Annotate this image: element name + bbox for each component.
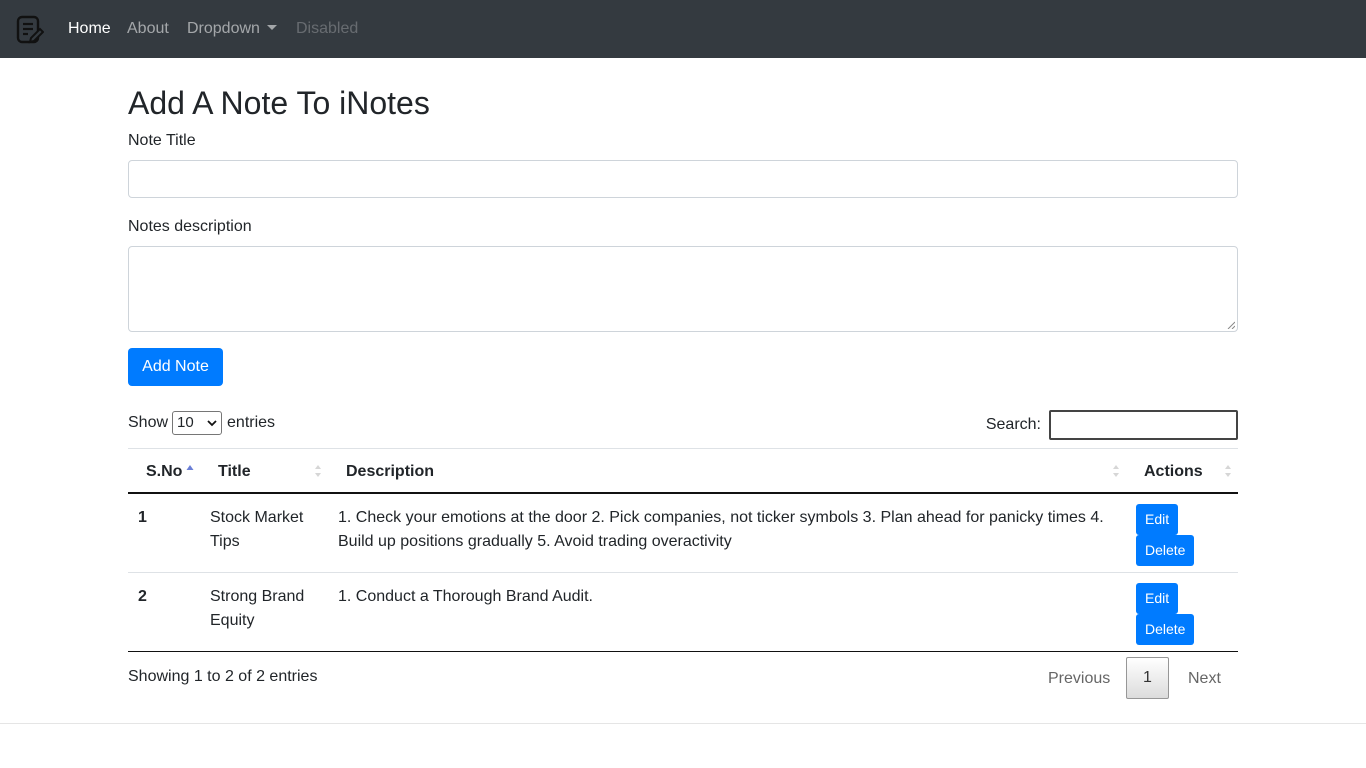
resize-grip-icon[interactable] — [1227, 321, 1235, 329]
sort-both-icon — [1113, 465, 1119, 477]
col-header-sno[interactable]: S.No — [146, 463, 182, 481]
notes-edit-icon[interactable] — [16, 15, 44, 45]
notes-table: S.No Title Description Actions 1 Stock M… — [128, 448, 1238, 652]
next-page-button[interactable]: Next — [1188, 669, 1221, 689]
col-header-description[interactable]: Description — [346, 463, 434, 481]
row-description: 1. Check your emotions at the door 2. Pi… — [338, 509, 1104, 550]
nav-dropdown-label: Dropdown — [187, 20, 260, 37]
nav-about-link[interactable]: About — [127, 19, 169, 39]
search-input[interactable] — [1049, 410, 1238, 440]
nav-disabled-link: Disabled — [296, 20, 359, 37]
row-title: Stock Market Tips — [210, 509, 304, 550]
add-note-button[interactable]: Add Note — [128, 348, 223, 386]
table-search: Search: — [986, 410, 1238, 440]
previous-page-button[interactable]: Previous — [1048, 669, 1110, 689]
search-label: Search: — [985, 416, 1041, 433]
table-row: 2 Strong Brand Equity 1. Conduct a Thoro… — [128, 573, 1238, 652]
row-description: 1. Conduct a Thorough Brand Audit. — [338, 588, 593, 605]
row-sno: 2 — [138, 588, 147, 605]
navbar: Home About Dropdown Disabled — [0, 0, 1366, 58]
note-title-label: Note Title — [128, 132, 196, 149]
sort-asc-icon — [186, 465, 194, 470]
page-title: Add A Note To iNotes — [128, 85, 430, 121]
delete-button[interactable]: Delete — [1136, 614, 1195, 645]
page-length-value: 10 — [177, 414, 194, 431]
note-title-input[interactable] — [128, 160, 1238, 198]
edit-button[interactable]: Edit — [1136, 504, 1179, 535]
table-row: 1 Stock Market Tips 1. Check your emotio… — [128, 494, 1238, 573]
footer-divider — [0, 723, 1366, 724]
notes-description-label: Notes description — [128, 218, 252, 235]
row-sno: 1 — [138, 509, 147, 526]
sort-both-icon — [315, 465, 321, 477]
table-header: S.No Title Description Actions — [128, 448, 1238, 494]
show-entries-control: Show 10 entries — [128, 411, 275, 435]
edit-button[interactable]: Edit — [1136, 583, 1179, 614]
entries-label: entries — [227, 414, 276, 431]
nav-dropdown-toggle[interactable]: Dropdown — [187, 19, 277, 39]
show-label: Show — [128, 414, 169, 431]
sort-both-icon — [1225, 465, 1231, 477]
nav-home-link[interactable]: Home — [68, 19, 111, 39]
page-1-button[interactable]: 1 — [1126, 657, 1169, 699]
row-title: Strong Brand Equity — [210, 588, 305, 629]
col-header-title[interactable]: Title — [218, 463, 251, 481]
notes-description-textarea[interactable] — [128, 246, 1238, 332]
delete-button[interactable]: Delete — [1136, 535, 1195, 566]
col-header-actions[interactable]: Actions — [1144, 463, 1203, 481]
chevron-down-icon — [207, 419, 217, 426]
table-info: Showing 1 to 2 of 2 entries — [128, 668, 318, 685]
page-length-select[interactable]: 10 — [172, 411, 223, 435]
caret-down-icon — [266, 25, 277, 30]
